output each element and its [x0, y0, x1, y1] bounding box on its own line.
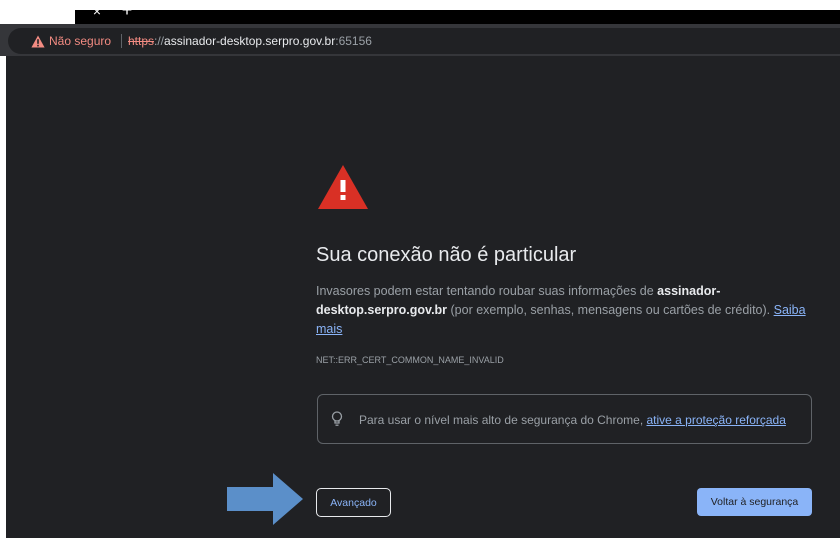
warning-icon: [318, 165, 368, 209]
error-description: Invasores podem estar tentando roubar su…: [316, 282, 816, 339]
url-port: :65156: [335, 34, 372, 48]
arrow-annotation: [227, 473, 303, 525]
tab-strip: × +: [0, 0, 840, 24]
tab-close-icon[interactable]: ×: [90, 4, 104, 18]
back-button-edge[interactable]: [0, 35, 6, 45]
browser-toolbar: Não seguro https://assinador-desktop.ser…: [0, 24, 840, 56]
warning-icon[interactable]: [31, 35, 45, 48]
advanced-button[interactable]: Avançado: [316, 488, 391, 517]
url-slashes: ://: [154, 34, 165, 48]
enhanced-protection-link[interactable]: ative a proteção reforçada: [646, 413, 785, 427]
back-to-safety-button[interactable]: Voltar à segurança: [697, 488, 812, 516]
enhanced-protection-promo: Para usar o nível mais alto de segurança…: [317, 394, 812, 444]
url-host: assinador-desktop.serpro.gov.br: [164, 34, 336, 48]
url-scheme: https: [128, 34, 155, 48]
promo-message: Para usar o nível mais alto de segurança…: [359, 413, 647, 427]
url-text[interactable]: https://assinador-desktop.serpro.gov.br:…: [128, 34, 372, 49]
not-secure-label[interactable]: Não seguro: [49, 34, 111, 49]
address-bar[interactable]: Não seguro https://assinador-desktop.ser…: [8, 28, 840, 54]
page-title: Sua conexão não é particular: [316, 244, 577, 266]
description-text: Invasores podem estar tentando roubar su…: [316, 284, 658, 298]
error-code: NET::ERR_CERT_COMMON_NAME_INVALID: [316, 355, 504, 365]
lightbulb-icon: [331, 411, 343, 426]
new-tab-icon[interactable]: +: [119, 1, 135, 19]
description-text-end: (por exemplo, senhas, mensagens ou cartõ…: [447, 303, 774, 317]
promo-text: Para usar o nível mais alto de segurança…: [359, 413, 786, 428]
tab-strip-background: [75, 10, 840, 24]
omnibox-separator: [121, 34, 122, 48]
